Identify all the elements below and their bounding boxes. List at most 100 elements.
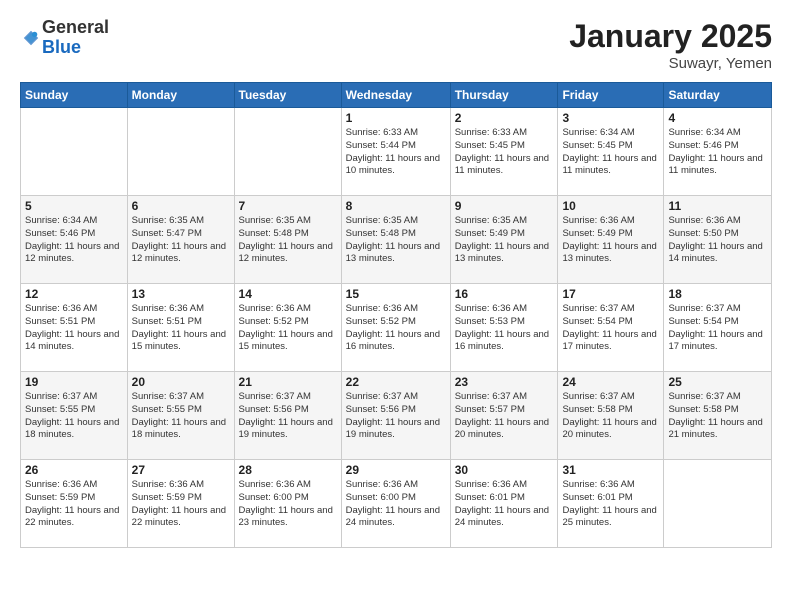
day-number: 8 [346,199,446,213]
day-cell: 25 Sunrise: 6:37 AM Sunset: 5:58 PM Dayli… [664,372,772,460]
day-number: 17 [562,287,659,301]
logo-icon [22,29,40,47]
day-info: Sunrise: 6:36 AM Sunset: 5:51 PM Dayligh… [25,303,123,354]
day-cell: 27Sunrise: 6:36 AM Sunset: 5:59 PM Dayli… [127,460,234,548]
day-cell: 18 Sunrise: 6:37 AM Sunset: 5:54 PM Dayli… [664,284,772,372]
day-cell: 26 Sunrise: 6:36 AM Sunset: 5:59 PM Dayli… [21,460,128,548]
day-info: Sunrise: 6:36 AM Sunset: 6:01 PM Dayligh… [562,479,659,530]
day-cell: 9 Sunrise: 6:35 AM Sunset: 5:49 PM Daylig… [450,196,558,284]
day-number: 5 [25,199,123,213]
day-number: 20 [132,375,230,389]
day-number: 3 [562,111,659,125]
day-cell: 21Sunrise: 6:37 AM Sunset: 5:56 PM Dayli… [234,372,341,460]
day-cell: 16 Sunrise: 6:36 AM Sunset: 5:53 PM Dayli… [450,284,558,372]
day-cell [21,108,128,196]
day-number: 13 [132,287,230,301]
day-cell: 2 Sunrise: 6:33 AM Sunset: 5:45 PM Daylig… [450,108,558,196]
day-number: 18 [668,287,767,301]
day-cell: 23Sunrise: 6:37 AM Sunset: 5:57 PM Dayli… [450,372,558,460]
day-number: 11 [668,199,767,213]
day-number: 29 [346,463,446,477]
day-info: Sunrise: 6:36 AM Sunset: 6:00 PM Dayligh… [346,479,446,530]
week-row-1: 1 Sunrise: 6:33 AM Sunset: 5:44 PM Daylig… [21,108,772,196]
day-cell: 5 Sunrise: 6:34 AM Sunset: 5:46 PM Daylig… [21,196,128,284]
day-info: Sunrise: 6:36 AM Sunset: 6:01 PM Dayligh… [455,479,554,530]
day-info: Sunrise: 6:36 AM Sunset: 6:00 PM Dayligh… [239,479,337,530]
day-cell [234,108,341,196]
day-cell: 11 Sunrise: 6:36 AM Sunset: 5:50 PM Dayli… [664,196,772,284]
weekday-monday: Monday [127,83,234,108]
weekday-thursday: Thursday [450,83,558,108]
day-number: 15 [346,287,446,301]
day-info: Sunrise: 6:36 AM Sunset: 5:59 PM Dayligh… [25,479,123,530]
page: General Blue January 2025 Suwayr, Yemen … [0,0,792,612]
week-row-5: 26 Sunrise: 6:36 AM Sunset: 5:59 PM Dayli… [21,460,772,548]
day-cell: 30 Sunrise: 6:36 AM Sunset: 6:01 PM Dayli… [450,460,558,548]
day-cell: 1 Sunrise: 6:33 AM Sunset: 5:44 PM Daylig… [341,108,450,196]
day-info: Sunrise: 6:34 AM Sunset: 5:46 PM Dayligh… [25,215,123,266]
logo-text: General Blue [42,18,109,58]
day-info: Sunrise: 6:36 AM Sunset: 5:49 PM Dayligh… [562,215,659,266]
day-info: Sunrise: 6:36 AM Sunset: 5:53 PM Dayligh… [455,303,554,354]
day-number: 27 [132,463,230,477]
day-info: Sunrise: 6:36 AM Sunset: 5:52 PM Dayligh… [346,303,446,354]
weekday-friday: Friday [558,83,664,108]
day-cell: 17Sunrise: 6:37 AM Sunset: 5:54 PM Dayli… [558,284,664,372]
day-number: 21 [239,375,337,389]
day-cell: 20Sunrise: 6:37 AM Sunset: 5:55 PM Dayli… [127,372,234,460]
day-number: 26 [25,463,123,477]
day-info: Sunrise: 6:35 AM Sunset: 5:48 PM Dayligh… [239,215,337,266]
week-row-2: 5 Sunrise: 6:34 AM Sunset: 5:46 PM Daylig… [21,196,772,284]
day-number: 9 [455,199,554,213]
day-info: Sunrise: 6:37 AM Sunset: 5:56 PM Dayligh… [346,391,446,442]
day-number: 19 [25,375,123,389]
logo: General Blue [20,18,109,58]
day-info: Sunrise: 6:37 AM Sunset: 5:58 PM Dayligh… [668,391,767,442]
day-number: 24 [562,375,659,389]
day-cell: 4Sunrise: 6:34 AM Sunset: 5:46 PM Daylig… [664,108,772,196]
day-number: 6 [132,199,230,213]
month-title: January 2025 [569,18,772,55]
day-info: Sunrise: 6:35 AM Sunset: 5:48 PM Dayligh… [346,215,446,266]
day-info: Sunrise: 6:35 AM Sunset: 5:47 PM Dayligh… [132,215,230,266]
day-info: Sunrise: 6:36 AM Sunset: 5:50 PM Dayligh… [668,215,767,266]
day-cell: 10 Sunrise: 6:36 AM Sunset: 5:49 PM Dayli… [558,196,664,284]
day-number: 23 [455,375,554,389]
day-info: Sunrise: 6:33 AM Sunset: 5:45 PM Dayligh… [455,127,554,178]
day-info: Sunrise: 6:36 AM Sunset: 5:52 PM Dayligh… [239,303,337,354]
day-info: Sunrise: 6:33 AM Sunset: 5:44 PM Dayligh… [346,127,446,178]
day-info: Sunrise: 6:35 AM Sunset: 5:49 PM Dayligh… [455,215,554,266]
weekday-sunday: Sunday [21,83,128,108]
day-cell: 14Sunrise: 6:36 AM Sunset: 5:52 PM Dayli… [234,284,341,372]
day-info: Sunrise: 6:37 AM Sunset: 5:54 PM Dayligh… [668,303,767,354]
calendar: SundayMondayTuesdayWednesdayThursdayFrid… [20,82,772,548]
weekday-header-row: SundayMondayTuesdayWednesdayThursdayFrid… [21,83,772,108]
logo-general: General [42,17,109,37]
day-cell: 3Sunrise: 6:34 AM Sunset: 5:45 PM Daylig… [558,108,664,196]
week-row-4: 19 Sunrise: 6:37 AM Sunset: 5:55 PM Dayli… [21,372,772,460]
day-cell: 8 Sunrise: 6:35 AM Sunset: 5:48 PM Daylig… [341,196,450,284]
weekday-saturday: Saturday [664,83,772,108]
day-cell: 28 Sunrise: 6:36 AM Sunset: 6:00 PM Dayli… [234,460,341,548]
day-info: Sunrise: 6:36 AM Sunset: 5:51 PM Dayligh… [132,303,230,354]
day-number: 28 [239,463,337,477]
day-number: 1 [346,111,446,125]
weekday-tuesday: Tuesday [234,83,341,108]
day-info: Sunrise: 6:37 AM Sunset: 5:55 PM Dayligh… [25,391,123,442]
day-cell: 13 Sunrise: 6:36 AM Sunset: 5:51 PM Dayli… [127,284,234,372]
day-cell: 24 Sunrise: 6:37 AM Sunset: 5:58 PM Dayli… [558,372,664,460]
day-number: 12 [25,287,123,301]
day-number: 25 [668,375,767,389]
day-info: Sunrise: 6:37 AM Sunset: 5:58 PM Dayligh… [562,391,659,442]
day-number: 16 [455,287,554,301]
day-cell: 29 Sunrise: 6:36 AM Sunset: 6:00 PM Dayli… [341,460,450,548]
day-cell: 7 Sunrise: 6:35 AM Sunset: 5:48 PM Daylig… [234,196,341,284]
day-cell: 22Sunrise: 6:37 AM Sunset: 5:56 PM Dayli… [341,372,450,460]
day-number: 10 [562,199,659,213]
day-cell: 15 Sunrise: 6:36 AM Sunset: 5:52 PM Dayli… [341,284,450,372]
location-subtitle: Suwayr, Yemen [569,55,772,72]
day-number: 30 [455,463,554,477]
week-row-3: 12 Sunrise: 6:36 AM Sunset: 5:51 PM Dayli… [21,284,772,372]
day-number: 2 [455,111,554,125]
day-number: 7 [239,199,337,213]
